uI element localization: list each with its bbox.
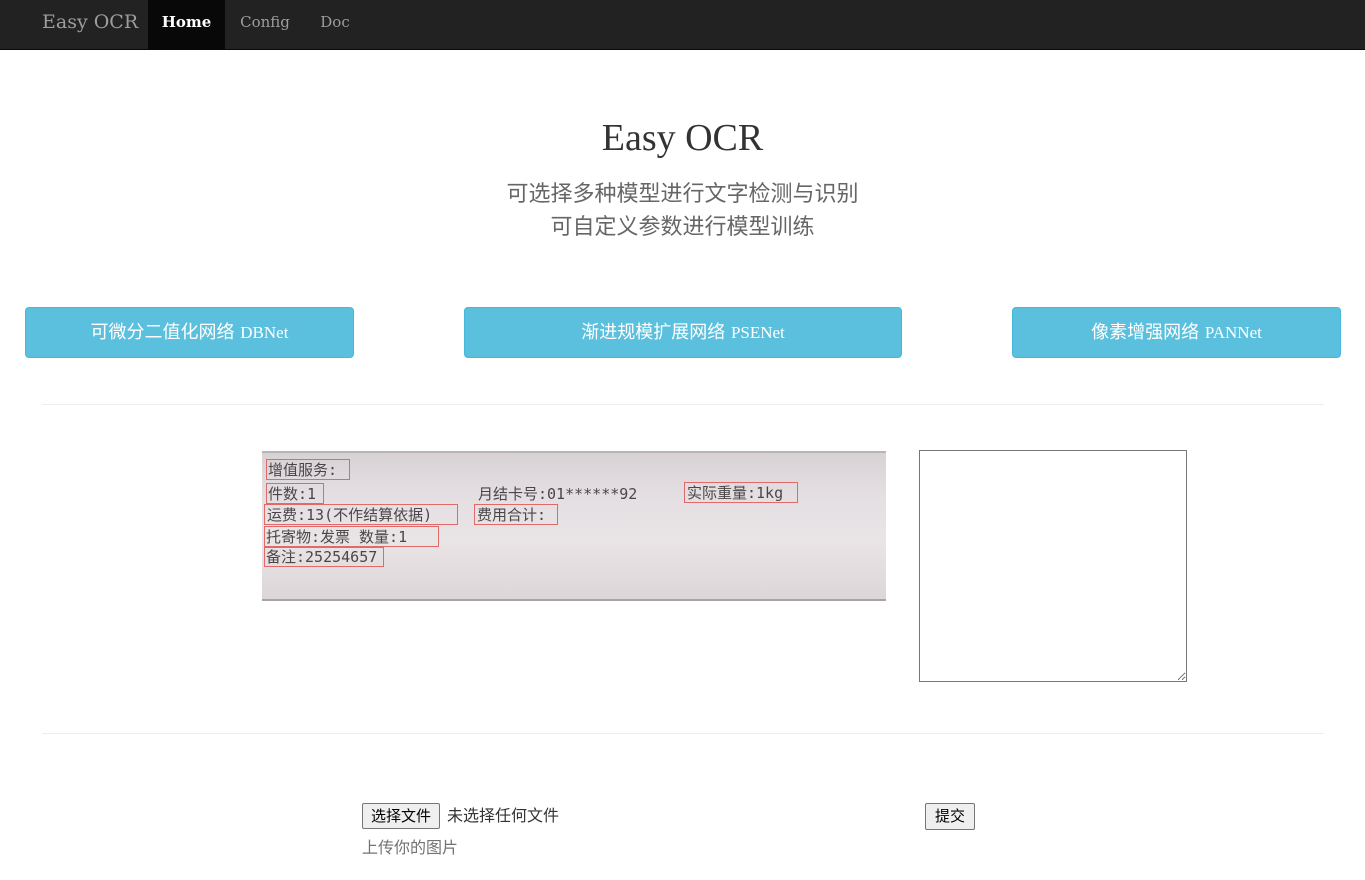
ocr-result-image: 增值服务: 件数:1 月结卡号:01******92 实际重量:1kg 运费:1… [262,451,886,601]
file-status-text: 未选择任何文件 [447,806,560,825]
divider-top [42,404,1324,405]
dbnet-label-en: DBNet [240,323,289,342]
ocr-text-line: 实际重量:1kg [687,484,784,502]
psenet-label-cn: 渐进规模扩展网络 [581,322,726,343]
divider-bottom [42,733,1324,734]
dbnet-label-cn: 可微分二值化网络 [90,322,235,343]
pannet-label-en: PANNet [1204,323,1262,342]
upload-help-text: 上传你的图片 [362,838,459,857]
submit-button[interactable]: 提交 [925,803,975,830]
subtitle-line-1: 可选择多种模型进行文字检测与识别 [506,182,859,207]
ocr-text-line: 件数:1 [268,485,317,503]
dbnet-button[interactable]: 可微分二值化网络 DBNet [25,307,354,358]
top-navbar: Easy OCR Home Config Doc [0,0,1365,50]
ocr-text-line: 托寄物:发票 数量:1 [266,528,408,546]
ocr-text-line: 费用合计: [477,506,547,524]
psenet-button[interactable]: 渐进规模扩展网络 PSENet [464,307,902,358]
page-title: Easy OCR [601,117,764,159]
nav-doc[interactable]: Doc [305,0,365,50]
pannet-button[interactable]: 像素增强网络 PANNet [1012,307,1341,358]
subtitle-line-2: 可自定义参数进行模型训练 [550,215,815,240]
nav-home[interactable]: Home [148,0,225,50]
psenet-label-en: PSENet [730,323,785,342]
result-textarea[interactable] [919,450,1187,682]
ocr-text-line: 备注:25254657 [266,548,378,566]
ocr-text-line: 增值服务: [268,461,338,479]
ocr-text-line: 运费:13(不作结算依据) [267,506,433,524]
ocr-text-line: 月结卡号:01******92 [478,485,638,503]
pannet-label-cn: 像素增强网络 [1091,322,1200,343]
choose-file-button[interactable]: 选择文件 [362,803,441,829]
brand-link[interactable]: Easy OCR [42,0,138,50]
nav-config[interactable]: Config [225,0,305,50]
